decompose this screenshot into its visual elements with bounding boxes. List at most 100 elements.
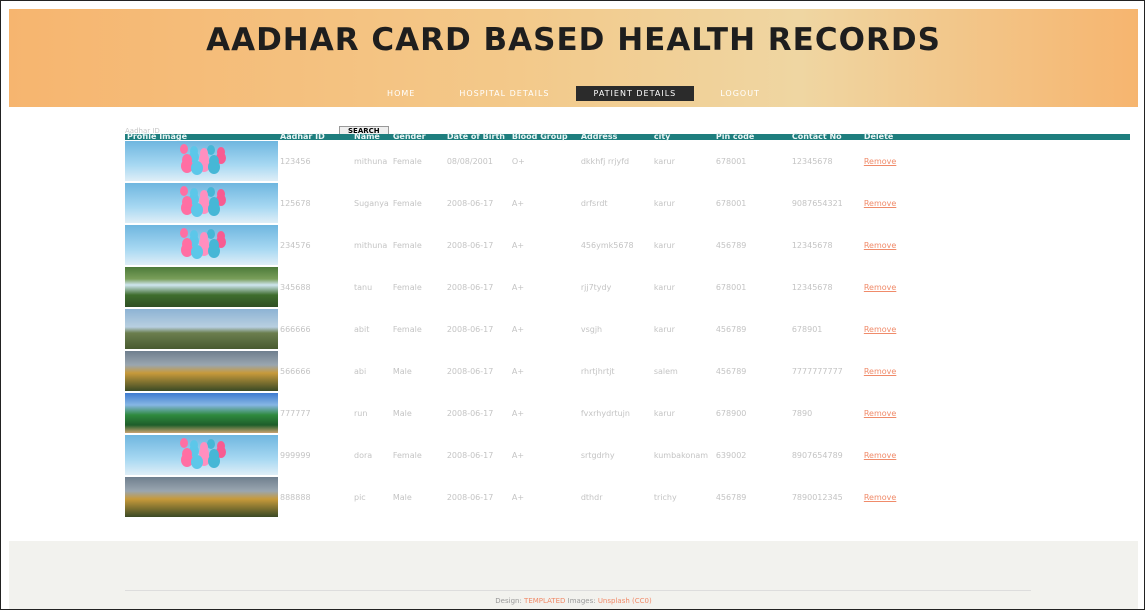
cell-blood: A+: [511, 408, 525, 418]
cell-dob: 2008-06-17: [446, 450, 494, 460]
cell-address: drfsrdt: [580, 198, 608, 208]
cell-city: karur: [653, 282, 675, 292]
unsplash-link[interactable]: Unsplash (CC0): [598, 597, 652, 605]
delete-cell: Remove: [862, 392, 1130, 434]
cell-city: karur: [653, 324, 675, 334]
cell-address: fvxrhydrtujn: [580, 408, 630, 418]
cell-aadhar: 888888: [280, 492, 311, 502]
cell-gender: Female: [392, 240, 422, 250]
remove-link[interactable]: Remove: [864, 283, 896, 292]
cell-blood: A+: [511, 282, 525, 292]
cell-name: abi: [354, 366, 367, 376]
cell-pin: 456789: [715, 324, 747, 334]
cell-blood: A+: [511, 240, 525, 250]
profile-image: [125, 393, 278, 433]
remove-link[interactable]: Remove: [864, 409, 896, 418]
remove-link[interactable]: Remove: [864, 451, 896, 460]
remove-link[interactable]: Remove: [864, 493, 896, 502]
cell-pin: 678001: [715, 156, 747, 166]
table-row: 234576 mithuna Female 2008-06-17 A+ 456ymk567…: [125, 224, 1130, 266]
cell-pin: 456789: [715, 240, 747, 250]
cell-pin: 639002: [715, 450, 747, 460]
profile-image-cell: [125, 266, 278, 308]
table-row: 345688 tanu Female 2008-06-17 A+ rjj7tydy karu…: [125, 266, 1130, 308]
profile-image-cell: [125, 392, 278, 434]
remove-link[interactable]: Remove: [864, 199, 896, 208]
images-label: Images:: [567, 597, 596, 605]
main-content: SEARCH Profile Image Aadhar ID Name Gend…: [9, 107, 1138, 541]
cell-aadhar: 234576: [280, 240, 311, 250]
profile-image-cell: [125, 476, 278, 518]
cell-name: Suganya: [354, 198, 389, 208]
cell-blood: A+: [511, 492, 525, 502]
cell-address: srtgdrhy: [580, 450, 615, 460]
cell-dob: 2008-06-17: [446, 408, 494, 418]
cell-address: 456ymk5678: [580, 240, 634, 250]
profile-image: [125, 435, 278, 475]
table-row: 123456 mithuna Female 08/08/2001 O+ dkkhfj rr…: [125, 140, 1130, 182]
remove-link[interactable]: Remove: [864, 157, 896, 166]
cell-blood: A+: [511, 366, 525, 376]
cell-dob: 2008-06-17: [446, 492, 494, 502]
cell-gender: Female: [392, 156, 422, 166]
templated-link[interactable]: TEMPLATED: [524, 597, 565, 605]
profile-image: [125, 267, 278, 307]
cell-dob: 2008-06-17: [446, 240, 494, 250]
cell-pin: 678900: [715, 408, 747, 418]
cell-address: rjj7tydy: [580, 282, 612, 292]
nav-logout[interactable]: LOGOUT: [702, 86, 778, 101]
cell-name: dora: [354, 450, 373, 460]
cell-dob: 2008-06-17: [446, 324, 494, 334]
cell-aadhar: 999999: [280, 450, 311, 460]
cell-gender: Male: [392, 366, 412, 376]
cell-contact: 678901: [791, 324, 823, 334]
cell-address: vsgjh: [580, 324, 603, 334]
cell-aadhar: 123456: [280, 156, 311, 166]
remove-link[interactable]: Remove: [864, 367, 896, 376]
nav-patient-details[interactable]: PATIENT DETAILS: [575, 86, 695, 101]
remove-link[interactable]: Remove: [864, 325, 896, 334]
cell-contact: 12345678: [791, 156, 833, 166]
table-row: 777777 run Male 2008-06-17 A+ fvxrhydrtujn kar…: [125, 392, 1130, 434]
cell-aadhar: 566666: [280, 366, 311, 376]
nav-home[interactable]: HOME: [369, 86, 433, 101]
delete-cell: Remove: [862, 224, 1130, 266]
cell-name: mithuna: [354, 156, 388, 166]
cell-gender: Male: [392, 408, 412, 418]
profile-image-cell: [125, 182, 278, 224]
page-frame: AADHAR CARD BASED HEALTH RECORDS HOME HO…: [0, 0, 1145, 610]
delete-cell: Remove: [862, 434, 1130, 476]
cell-city: karur: [653, 198, 675, 208]
cell-city: trichy: [653, 492, 677, 502]
cell-blood: O+: [511, 156, 525, 166]
table-row: 566666 abi Male 2008-06-17 A+ rhrtjhrtjt salem…: [125, 350, 1130, 392]
profile-image: [125, 141, 278, 181]
patient-table: Profile Image Aadhar ID Name Gender Date…: [125, 133, 1130, 518]
profile-image-cell: [125, 224, 278, 266]
cell-contact: 12345678: [791, 282, 833, 292]
cell-aadhar: 666666: [280, 324, 311, 334]
cell-city: salem: [653, 366, 678, 376]
cell-dob: 2008-06-17: [446, 282, 494, 292]
cell-dob: 2008-06-17: [446, 198, 494, 208]
cell-gender: Female: [392, 282, 422, 292]
cell-address: dkkhfj rrjyfd: [580, 156, 630, 166]
delete-cell: Remove: [862, 476, 1130, 518]
delete-cell: Remove: [862, 266, 1130, 308]
cell-contact: 7777777777: [791, 366, 843, 376]
remove-link[interactable]: Remove: [864, 241, 896, 250]
footer-credits: Design: TEMPLATED Images: Unsplash (CC0): [9, 597, 1138, 605]
cell-name: pic: [354, 492, 366, 502]
design-label: Design:: [495, 597, 522, 605]
delete-cell: Remove: [862, 308, 1130, 350]
site-title: AADHAR CARD BASED HEALTH RECORDS: [206, 22, 941, 58]
cell-name: abit: [354, 324, 370, 334]
nav-hospital-details[interactable]: HOSPITAL DETAILS: [441, 86, 567, 101]
cell-dob: 08/08/2001: [446, 156, 493, 166]
footer-divider: [125, 590, 1031, 591]
cell-name: tanu: [354, 282, 373, 292]
cell-contact: 9087654321: [791, 198, 843, 208]
table-row: 666666 abit Female 2008-06-17 A+ vsgjh karur 45…: [125, 308, 1130, 350]
cell-pin: 456789: [715, 366, 747, 376]
cell-aadhar: 777777: [280, 408, 311, 418]
